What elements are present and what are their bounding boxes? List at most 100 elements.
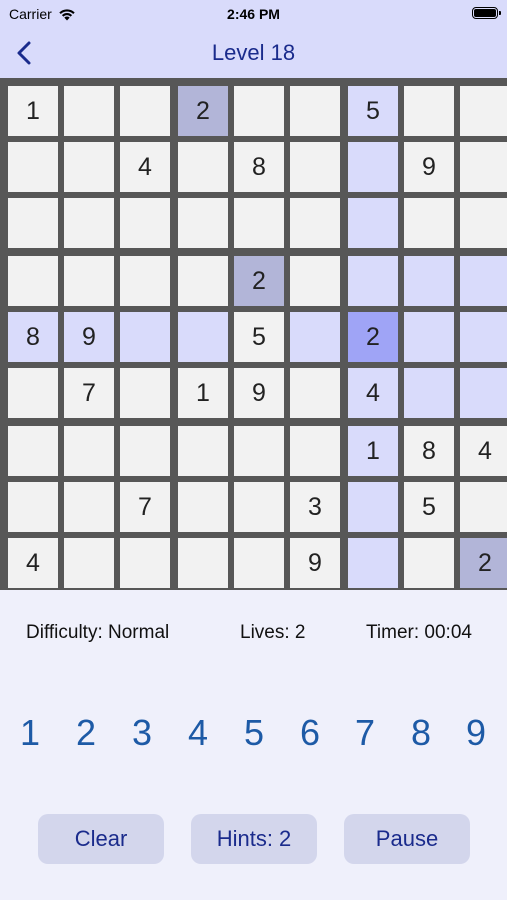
sudoku-cell-r5-c1[interactable]: 8 — [8, 312, 58, 362]
sudoku-cell-r2-c1[interactable] — [8, 142, 58, 192]
sudoku-cell-r3-c7[interactable] — [348, 198, 398, 248]
sudoku-cell-r9-c5[interactable] — [234, 538, 284, 588]
sudoku-cell-r9-c3[interactable] — [120, 538, 170, 588]
sudoku-cell-r4-c6[interactable] — [290, 256, 340, 306]
sudoku-cell-r1-c1[interactable]: 1 — [8, 86, 58, 136]
sudoku-cell-r8-c8[interactable]: 5 — [404, 482, 454, 532]
number-5-button[interactable]: 5 — [234, 712, 274, 754]
sudoku-cell-r5-c4[interactable] — [178, 312, 228, 362]
sudoku-cell-r6-c9[interactable] — [460, 368, 507, 418]
sudoku-cell-r6-c4[interactable]: 1 — [178, 368, 228, 418]
sudoku-cell-r8-c7[interactable] — [348, 482, 398, 532]
sudoku-cell-r7-c4[interactable] — [178, 426, 228, 476]
sudoku-cell-r3-c4[interactable] — [178, 198, 228, 248]
sudoku-cell-r6-c8[interactable] — [404, 368, 454, 418]
sudoku-cell-r5-c6[interactable] — [290, 312, 340, 362]
sudoku-cell-r9-c6[interactable]: 9 — [290, 538, 340, 588]
number-1-button[interactable]: 1 — [10, 712, 50, 754]
sudoku-cell-r2-c9[interactable] — [460, 142, 507, 192]
sudoku-cell-r2-c7[interactable] — [348, 142, 398, 192]
sudoku-cell-r7-c9[interactable]: 4 — [460, 426, 507, 476]
sudoku-cell-r6-c3[interactable] — [120, 368, 170, 418]
sudoku-cell-r3-c8[interactable] — [404, 198, 454, 248]
sudoku-cell-r8-c6[interactable]: 3 — [290, 482, 340, 532]
sudoku-cell-r9-c4[interactable] — [178, 538, 228, 588]
sudoku-cell-r1-c2[interactable] — [64, 86, 114, 136]
sudoku-cell-r8-c5[interactable] — [234, 482, 284, 532]
sudoku-cell-r7-c5[interactable] — [234, 426, 284, 476]
sudoku-cell-r4-c8[interactable] — [404, 256, 454, 306]
sudoku-cell-r4-c3[interactable] — [120, 256, 170, 306]
sudoku-cell-r9-c2[interactable] — [64, 538, 114, 588]
sudoku-cell-r7-c1[interactable] — [8, 426, 58, 476]
difficulty-label: Difficulty: Normal — [26, 622, 170, 643]
sudoku-cell-r7-c3[interactable] — [120, 426, 170, 476]
sudoku-cell-r7-c6[interactable] — [290, 426, 340, 476]
sudoku-cell-r2-c8[interactable]: 9 — [404, 142, 454, 192]
sudoku-cell-r2-c6[interactable] — [290, 142, 340, 192]
sudoku-cell-r7-c8[interactable]: 8 — [404, 426, 454, 476]
number-8-button[interactable]: 8 — [401, 712, 441, 754]
sudoku-cell-r6-c2[interactable]: 7 — [64, 368, 114, 418]
clock: 2:46 PM — [227, 6, 280, 22]
battery-icon — [472, 7, 501, 19]
number-4-button[interactable]: 4 — [178, 712, 218, 754]
status-bar: Carrier 2:46 PM — [0, 0, 507, 30]
sudoku-cell-r4-c1[interactable] — [8, 256, 58, 306]
sudoku-cell-r8-c1[interactable] — [8, 482, 58, 532]
sudoku-cell-r7-c2[interactable] — [64, 426, 114, 476]
sudoku-cell-r5-c8[interactable] — [404, 312, 454, 362]
sudoku-cell-r6-c1[interactable] — [8, 368, 58, 418]
sudoku-cell-r1-c5[interactable] — [234, 86, 284, 136]
sudoku-cell-r4-c4[interactable] — [178, 256, 228, 306]
sudoku-cell-r3-c5[interactable] — [234, 198, 284, 248]
sudoku-cell-r5-c5[interactable]: 5 — [234, 312, 284, 362]
sudoku-cell-r8-c9[interactable] — [460, 482, 507, 532]
sudoku-cell-r5-c7[interactable]: 2 — [348, 312, 398, 362]
sudoku-cell-r9-c7[interactable] — [348, 538, 398, 588]
sudoku-cell-r3-c9[interactable] — [460, 198, 507, 248]
sudoku-cell-r9-c8[interactable] — [404, 538, 454, 588]
sudoku-cell-r2-c5[interactable]: 8 — [234, 142, 284, 192]
sudoku-cell-r7-c7[interactable]: 1 — [348, 426, 398, 476]
sudoku-cell-r4-c7[interactable] — [348, 256, 398, 306]
sudoku-cell-r1-c7[interactable]: 5 — [348, 86, 398, 136]
sudoku-cell-r2-c2[interactable] — [64, 142, 114, 192]
pause-button[interactable]: Pause — [344, 814, 470, 864]
number-7-button[interactable]: 7 — [345, 712, 385, 754]
timer-label: Timer: 00:04 — [366, 622, 472, 643]
sudoku-cell-r3-c1[interactable] — [8, 198, 58, 248]
nav-bar: Level 18 — [0, 30, 507, 78]
number-2-button[interactable]: 2 — [66, 712, 106, 754]
sudoku-board: 125489289527194184735492 — [0, 78, 507, 590]
sudoku-cell-r8-c3[interactable]: 7 — [120, 482, 170, 532]
sudoku-cell-r8-c4[interactable] — [178, 482, 228, 532]
sudoku-cell-r9-c1[interactable]: 4 — [8, 538, 58, 588]
sudoku-cell-r5-c3[interactable] — [120, 312, 170, 362]
sudoku-cell-r3-c6[interactable] — [290, 198, 340, 248]
sudoku-cell-r6-c7[interactable]: 4 — [348, 368, 398, 418]
number-3-button[interactable]: 3 — [122, 712, 162, 754]
sudoku-cell-r1-c4[interactable]: 2 — [178, 86, 228, 136]
sudoku-cell-r4-c5[interactable]: 2 — [234, 256, 284, 306]
sudoku-cell-r2-c3[interactable]: 4 — [120, 142, 170, 192]
sudoku-cell-r1-c6[interactable] — [290, 86, 340, 136]
sudoku-cell-r2-c4[interactable] — [178, 142, 228, 192]
number-6-button[interactable]: 6 — [290, 712, 330, 754]
sudoku-cell-r4-c2[interactable] — [64, 256, 114, 306]
sudoku-cell-r5-c9[interactable] — [460, 312, 507, 362]
sudoku-cell-r3-c2[interactable] — [64, 198, 114, 248]
clear-button[interactable]: Clear — [38, 814, 164, 864]
sudoku-cell-r3-c3[interactable] — [120, 198, 170, 248]
number-9-button[interactable]: 9 — [456, 712, 496, 754]
sudoku-cell-r1-c8[interactable] — [404, 86, 454, 136]
sudoku-cell-r4-c9[interactable] — [460, 256, 507, 306]
sudoku-cell-r1-c3[interactable] — [120, 86, 170, 136]
sudoku-cell-r6-c5[interactable]: 9 — [234, 368, 284, 418]
sudoku-cell-r8-c2[interactable] — [64, 482, 114, 532]
hints-button[interactable]: Hints: 2 — [191, 814, 317, 864]
sudoku-cell-r1-c9[interactable] — [460, 86, 507, 136]
sudoku-cell-r5-c2[interactable]: 9 — [64, 312, 114, 362]
sudoku-cell-r6-c6[interactable] — [290, 368, 340, 418]
sudoku-cell-r9-c9[interactable]: 2 — [460, 538, 507, 588]
